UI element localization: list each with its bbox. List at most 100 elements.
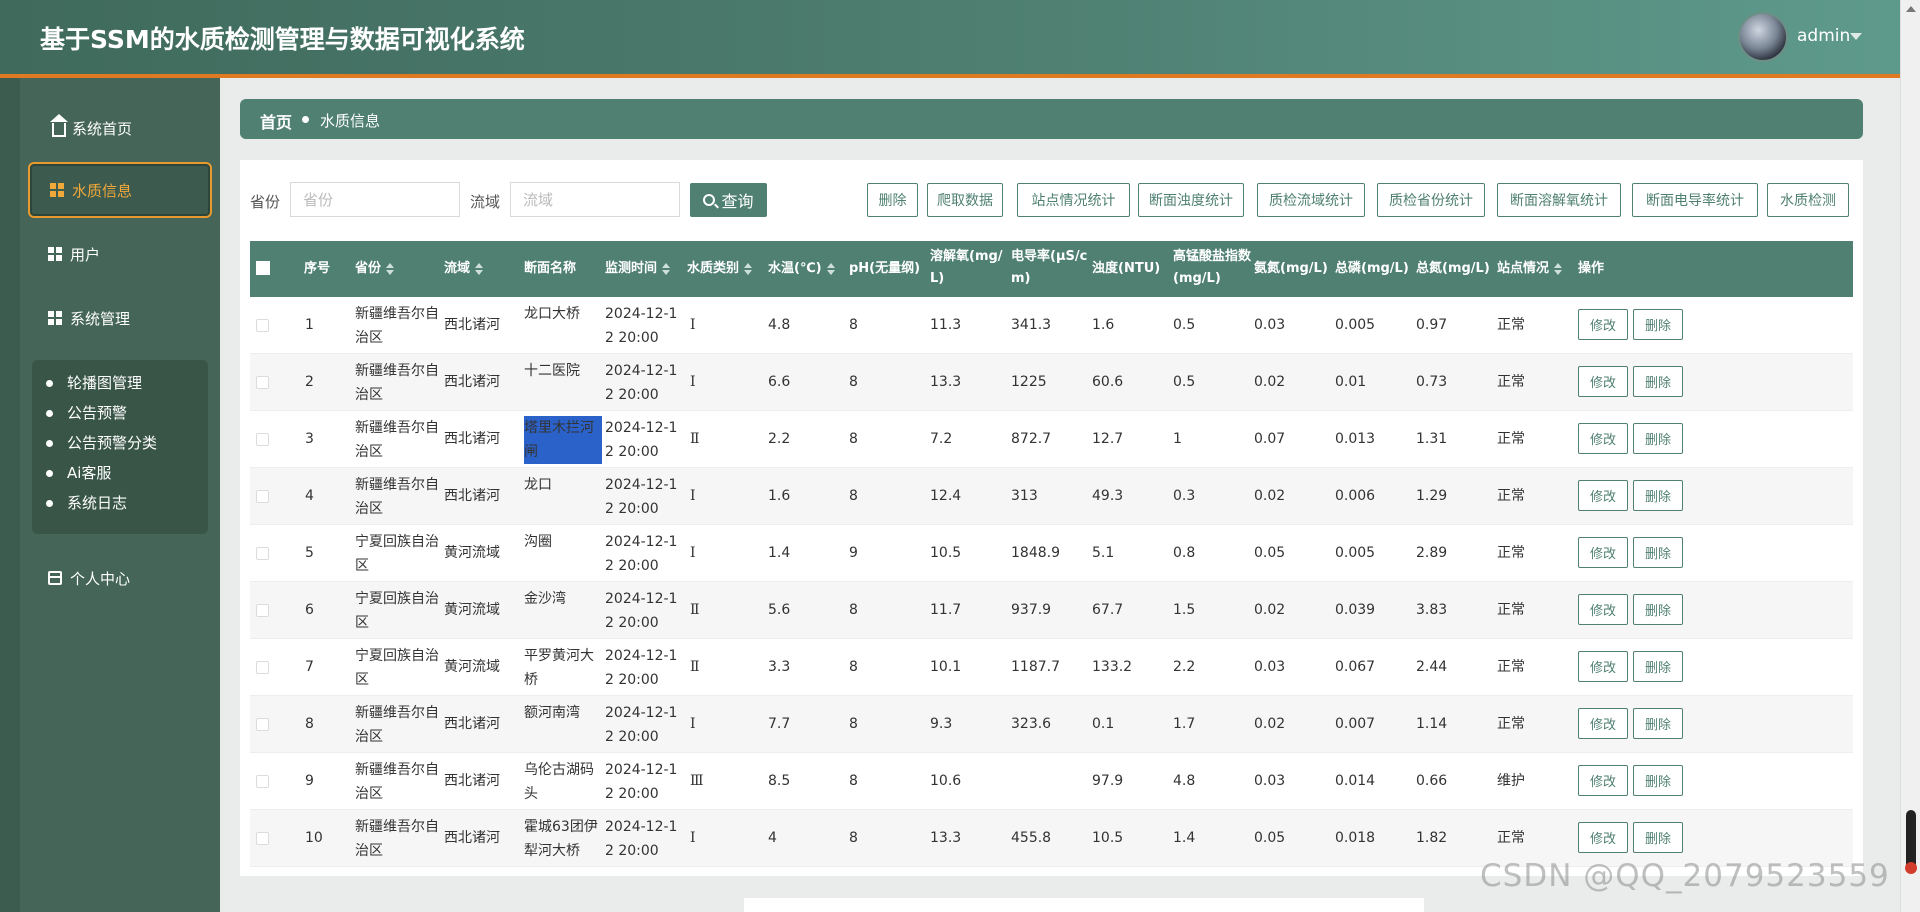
row-delete-button[interactable]: 删除 xyxy=(1633,309,1683,340)
cell-basin: 西北诸河 xyxy=(444,716,500,732)
cell-nh: 0.02 xyxy=(1254,602,1286,618)
basin-input[interactable] xyxy=(510,182,680,217)
turbidity-stats-button[interactable]: 断面浊度统计 xyxy=(1138,183,1244,217)
cell-do: 11.3 xyxy=(930,317,962,333)
cell-kmn: 4.8 xyxy=(1173,773,1196,789)
edit-button[interactable]: 修改 xyxy=(1578,651,1628,682)
row-delete-button[interactable]: 删除 xyxy=(1633,822,1683,853)
province-stats-button[interactable]: 质检省份统计 xyxy=(1377,183,1485,217)
row-checkbox[interactable] xyxy=(256,832,269,845)
cell-time: 2024-12-12 20:00 xyxy=(605,819,678,859)
chevron-down-icon[interactable] xyxy=(1850,33,1862,40)
delete-button[interactable]: 删除 xyxy=(867,183,918,217)
row-delete-button[interactable]: 删除 xyxy=(1633,423,1683,454)
table-row: 1 新疆维吾尔自治区 西北诸河 龙口大桥 2024-12-12 20:00 Ⅰ 4.8 8 11… xyxy=(250,297,1853,354)
col-tn[interactable]: 总氮(mg/L) xyxy=(1416,258,1490,280)
edit-button[interactable]: 修改 xyxy=(1578,423,1628,454)
col-section[interactable]: 断面名称 xyxy=(524,258,596,280)
edit-button[interactable]: 修改 xyxy=(1578,480,1628,511)
row-checkbox[interactable] xyxy=(256,604,269,617)
row-delete-button[interactable]: 删除 xyxy=(1633,537,1683,568)
sidebar-item-label: 用户 xyxy=(70,245,101,264)
row-delete-button[interactable]: 删除 xyxy=(1633,651,1683,682)
col-kmno4[interactable]: 高锰酸盐指数(mg/L) xyxy=(1173,246,1253,290)
col-status[interactable]: 站点情况 xyxy=(1497,258,1563,280)
row-checkbox[interactable] xyxy=(256,376,269,389)
col-ph[interactable]: pH(无量纲) xyxy=(849,258,920,280)
cell-cls: Ⅰ xyxy=(690,317,696,333)
sidebar-item-users[interactable]: 用户 xyxy=(28,226,212,282)
cell-turb: 10.5 xyxy=(1092,830,1124,846)
breadcrumb-home[interactable]: 首页 xyxy=(260,109,292,133)
row-checkbox[interactable] xyxy=(256,433,269,446)
basin-label: 流域 xyxy=(470,193,501,211)
row-checkbox[interactable] xyxy=(256,490,269,503)
col-turbidity[interactable]: 浊度(NTU) xyxy=(1092,258,1160,280)
water-test-button[interactable]: 水质检测 xyxy=(1767,183,1849,217)
col-tp[interactable]: 总磷(mg/L) xyxy=(1335,258,1409,280)
edit-button[interactable]: 修改 xyxy=(1578,708,1628,739)
cell-ph: 8 xyxy=(849,716,858,732)
query-button[interactable]: 查询 xyxy=(690,183,767,217)
row-delete-button[interactable]: 删除 xyxy=(1633,366,1683,397)
row-delete-button[interactable]: 删除 xyxy=(1633,765,1683,796)
cell-tp: 0.007 xyxy=(1335,716,1376,732)
col-do[interactable]: 溶解氧(mg/L) xyxy=(930,246,1010,290)
breadcrumb-current: 水质信息 xyxy=(320,112,381,130)
row-checkbox[interactable] xyxy=(256,775,269,788)
edit-button[interactable]: 修改 xyxy=(1578,822,1628,853)
col-basin[interactable]: 流域 xyxy=(444,258,484,280)
sidebar-item-label: 系统首页 xyxy=(72,119,133,138)
cell-basin: 西北诸河 xyxy=(444,773,500,789)
submenu-item-notice[interactable]: 公告预警 xyxy=(46,402,127,423)
row-checkbox[interactable] xyxy=(256,319,269,332)
col-conductivity[interactable]: 电导率(μS/cm) xyxy=(1011,246,1091,290)
site-stats-button[interactable]: 站点情况统计 xyxy=(1017,183,1130,217)
row-checkbox[interactable] xyxy=(256,661,269,674)
conductivity-stats-button[interactable]: 断面电导率统计 xyxy=(1632,183,1758,217)
row-checkbox[interactable] xyxy=(256,547,269,560)
dissolved-oxygen-stats-button[interactable]: 断面溶解氧统计 xyxy=(1497,183,1621,217)
province-input[interactable] xyxy=(290,182,460,217)
cell-ph: 8 xyxy=(849,602,858,618)
select-all-checkbox[interactable] xyxy=(256,261,270,275)
row-delete-button[interactable]: 删除 xyxy=(1633,708,1683,739)
scrollbar-thumb[interactable] xyxy=(1906,810,1916,870)
table-row: 9 新疆维吾尔自治区 西北诸河 乌伦古湖码头 2024-12-12 20:00 Ⅲ 8.5 8… xyxy=(250,753,1853,810)
sort-icon xyxy=(475,262,484,275)
row-checkbox[interactable] xyxy=(256,718,269,731)
basin-stats-button[interactable]: 质检流域统计 xyxy=(1257,183,1365,217)
cell-turb: 1.6 xyxy=(1092,317,1115,333)
col-no[interactable]: 序号 xyxy=(304,258,330,280)
submenu-item-carousel[interactable]: 轮播图管理 xyxy=(46,372,142,393)
edit-button[interactable]: 修改 xyxy=(1578,366,1628,397)
table-row: 5 宁夏回族自治区 黄河流域 沟圈 2024-12-12 20:00 Ⅰ 1.4 9 10.5 1… xyxy=(250,525,1853,582)
submenu-item-ai-service[interactable]: Ai客服 xyxy=(46,462,111,483)
col-time[interactable]: 监测时间 xyxy=(605,258,671,280)
crawl-data-button[interactable]: 爬取数据 xyxy=(927,183,1003,217)
submenu-item-notice-category[interactable]: 公告预警分类 xyxy=(46,432,157,453)
col-temp[interactable]: 水温(℃) xyxy=(768,258,835,280)
cell-nh: 0.05 xyxy=(1254,545,1286,561)
username[interactable]: admin xyxy=(1797,26,1850,46)
sidebar-item-home[interactable]: 系统首页 xyxy=(28,100,212,156)
col-ammonia[interactable]: 氨氮(mg/L) xyxy=(1254,258,1328,280)
sidebar-item-personal[interactable]: 个人中心 xyxy=(28,550,212,606)
avatar[interactable] xyxy=(1738,12,1788,62)
edit-button[interactable]: 修改 xyxy=(1578,309,1628,340)
sidebar-item-label: 系统管理 xyxy=(70,309,131,328)
edit-button[interactable]: 修改 xyxy=(1578,594,1628,625)
cell-status: 正常 xyxy=(1497,716,1525,732)
sidebar-item-system[interactable]: 系统管理 xyxy=(28,290,212,346)
edit-button[interactable]: 修改 xyxy=(1578,537,1628,568)
col-province[interactable]: 省份 xyxy=(355,258,395,280)
edit-button[interactable]: 修改 xyxy=(1578,765,1628,796)
submenu-item-system-log[interactable]: 系统日志 xyxy=(46,492,127,513)
row-delete-button[interactable]: 删除 xyxy=(1633,594,1683,625)
col-class[interactable]: 水质类别 xyxy=(687,258,753,280)
sidebar-item-water-quality[interactable]: 水质信息 xyxy=(28,162,212,218)
page-scrollbar[interactable] xyxy=(1900,0,1920,912)
sort-icon xyxy=(744,262,753,275)
scroll-up-icon[interactable] xyxy=(1906,6,1916,12)
row-delete-button[interactable]: 删除 xyxy=(1633,480,1683,511)
